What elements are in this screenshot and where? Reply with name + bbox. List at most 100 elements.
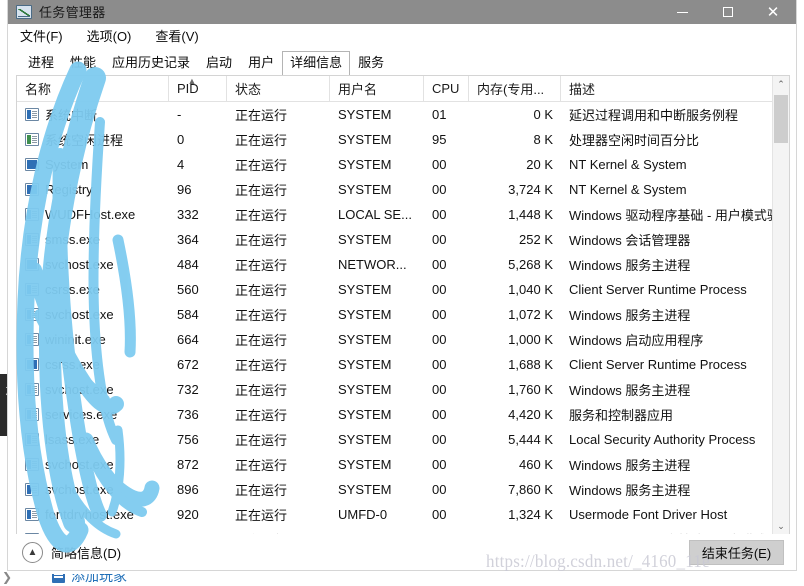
column-header-cpu[interactable]: CPU (424, 76, 469, 101)
table-row[interactable]: System 4 正在运行 SYSTEM 00 20 K NT Kernel & Syste… (17, 152, 789, 177)
table-row[interactable]: Registry 96 正在运行 SYSTEM 00 3,724 K NT Kernel &… (17, 177, 789, 202)
tab-processes[interactable]: 进程 (20, 51, 62, 75)
fewer-details-button[interactable]: ▲ 简略信息(D) (22, 542, 121, 563)
table-row[interactable]: WUDFHost.exe 332 正在运行 LOCAL SE... 00 1,448 K W… (17, 202, 789, 227)
cell-pid: 0 (177, 132, 185, 147)
cell-user: SYSTEM (338, 107, 392, 122)
process-name-label: csrss.exe (45, 282, 100, 297)
window-title: 任务管理器 (39, 4, 106, 20)
cell-status: 正在运行 (235, 408, 288, 423)
cell-name: Registry (17, 177, 169, 202)
cell-pid: 872 (177, 457, 199, 472)
table-row[interactable]: svchost.exe 872 正在运行 SYSTEM 00 460 K Windows 服… (17, 452, 789, 477)
table-row[interactable]: fontdrvhost.exe 920 正在运行 UMFD-0 00 1,324 K Use… (17, 502, 789, 527)
cell-status: 正在运行 (235, 508, 288, 523)
vertical-scrollbar[interactable]: ⌃ ⌄ (772, 76, 789, 535)
process-icon (25, 283, 39, 296)
table-row[interactable]: 系统空闲进程 0 正在运行 SYSTEM 95 8 K 处理器空闲时间百分比 (17, 127, 789, 152)
cell-user: SYSTEM (338, 232, 392, 247)
column-header-name[interactable]: 名称 (17, 76, 169, 101)
menu-bar: 文件(F) 选项(O) 查看(V) (8, 24, 796, 46)
tab-startup[interactable]: 启动 (198, 51, 240, 75)
tab-users[interactable]: 用户 (240, 51, 282, 75)
table-row[interactable]: svchost.exe 484 正在运行 NETWOR... 00 5,268 K Wind… (17, 252, 789, 277)
cell-user: SYSTEM (338, 382, 392, 397)
cell-description: Local Security Authority Process (569, 432, 756, 447)
cell-name: fontdrvhost.exe (17, 502, 169, 527)
process-icon (25, 383, 39, 396)
tab-app-history[interactable]: 应用历史记录 (104, 51, 198, 75)
cell-status: 正在运行 (235, 208, 288, 223)
process-name-label: 系统空闲进程 (45, 133, 124, 148)
cell-memory: 1,072 K (508, 307, 553, 322)
table-row[interactable]: smss.exe 364 正在运行 SYSTEM 00 252 K Windows 会话管理… (17, 227, 789, 252)
cell-description: Usermode Font Driver Host (569, 507, 728, 522)
column-header-description[interactable]: 描述 (561, 76, 774, 101)
cell-memory: 1,448 K (508, 207, 553, 222)
column-header-memory[interactable]: 内存(专用... (469, 76, 561, 101)
minimize-button[interactable] (660, 0, 705, 24)
cell-name: svchost.exe (17, 377, 169, 402)
scroll-up-arrow-icon[interactable]: ⌃ (773, 76, 789, 93)
column-header-status[interactable]: 状态 (227, 76, 330, 101)
process-icon (25, 133, 39, 146)
cell-memory: 20 K (526, 157, 553, 172)
cell-memory: 8 K (533, 132, 553, 147)
cell-name: csrss.exe (17, 352, 169, 377)
menu-view[interactable]: 查看(V) (153, 25, 200, 46)
cell-name: svchost.exe (17, 477, 169, 502)
tab-performance[interactable]: 性能 (62, 51, 104, 75)
maximize-button[interactable] (705, 0, 750, 24)
table-row[interactable]: 系统中断 - 正在运行 SYSTEM 01 0 K 延迟过程调用和中断服务例程 (17, 102, 789, 127)
process-name-label: svchost.exe (45, 307, 114, 322)
cell-user: SYSTEM (338, 357, 392, 372)
menu-options[interactable]: 选项(O) (85, 25, 134, 46)
table-row[interactable]: wininit.exe 664 正在运行 SYSTEM 00 1,000 K Windows… (17, 327, 789, 352)
cell-cpu: 00 (432, 432, 447, 447)
process-list-header: 名称 ▲ PID 状态 用户名 CPU 内存(专用... 描述 (17, 76, 789, 102)
tab-services[interactable]: 服务 (350, 51, 392, 75)
column-header-pid[interactable]: ▲ PID (169, 76, 227, 101)
cell-description: Windows 启动应用程序 (569, 333, 704, 348)
cell-status: 正在运行 (235, 283, 288, 298)
table-row[interactable]: svchost.exe 732 正在运行 SYSTEM 00 1,760 K Windows… (17, 377, 789, 402)
cell-user: SYSTEM (338, 282, 392, 297)
table-row[interactable]: svchost.exe 584 正在运行 SYSTEM 00 1,072 K Windows… (17, 302, 789, 327)
cell-pid: 672 (177, 357, 199, 372)
cell-name: csrss.exe (17, 277, 169, 302)
process-icon (25, 508, 39, 521)
scrollbar-thumb[interactable] (774, 95, 788, 143)
process-icon (25, 308, 39, 321)
column-header-user[interactable]: 用户名 (330, 76, 424, 101)
tab-details[interactable]: 详细信息 (282, 51, 351, 75)
cell-cpu: 00 (432, 182, 447, 197)
table-row[interactable]: services.exe 736 正在运行 SYSTEM 00 4,420 K 服务和控制器… (17, 402, 789, 427)
title-bar[interactable]: 任务管理器 ✕ (8, 0, 796, 24)
process-icon (25, 258, 39, 271)
cell-memory: 7,860 K (508, 482, 553, 497)
process-icon (25, 183, 39, 196)
close-button[interactable]: ✕ (750, 0, 796, 24)
table-row[interactable]: csrss.exe 560 正在运行 SYSTEM 00 1,040 K Client Se… (17, 277, 789, 302)
cell-description: Windows 会话管理器 (569, 233, 691, 248)
cell-pid: 920 (177, 507, 199, 522)
process-icon (25, 108, 39, 121)
watermark: https://blog.csdn.net/_4160_11e (486, 551, 710, 572)
cell-cpu: 00 (432, 482, 447, 497)
cell-cpu: 00 (432, 357, 447, 372)
cell-description: Windows 服务主进程 (569, 258, 691, 273)
cell-cpu: 00 (432, 407, 447, 422)
table-row[interactable]: svchost.exe 896 正在运行 SYSTEM 00 7,860 K Windows… (17, 477, 789, 502)
table-row[interactable]: lsass.exe 756 正在运行 SYSTEM 00 5,444 K Local Sec… (17, 427, 789, 452)
cell-name: 系统空闲进程 (17, 127, 169, 152)
table-row[interactable]: csrss.exe 672 正在运行 SYSTEM 00 1,688 K Client Se… (17, 352, 789, 377)
scroll-down-arrow-icon[interactable]: ⌄ (773, 518, 789, 535)
process-icon (25, 233, 39, 246)
menu-file[interactable]: 文件(F) (18, 25, 65, 46)
cell-pid: 732 (177, 382, 199, 397)
task-manager-chart-icon (16, 5, 32, 19)
screenshot-root: 添加玩家 ❯ 忘 任务管理器 ✕ 文件(F) 选项 (0, 0, 804, 586)
cell-memory: 460 K (519, 457, 553, 472)
cell-status: 正在运行 (235, 458, 288, 473)
cell-description: Windows 服务主进程 (569, 308, 691, 323)
